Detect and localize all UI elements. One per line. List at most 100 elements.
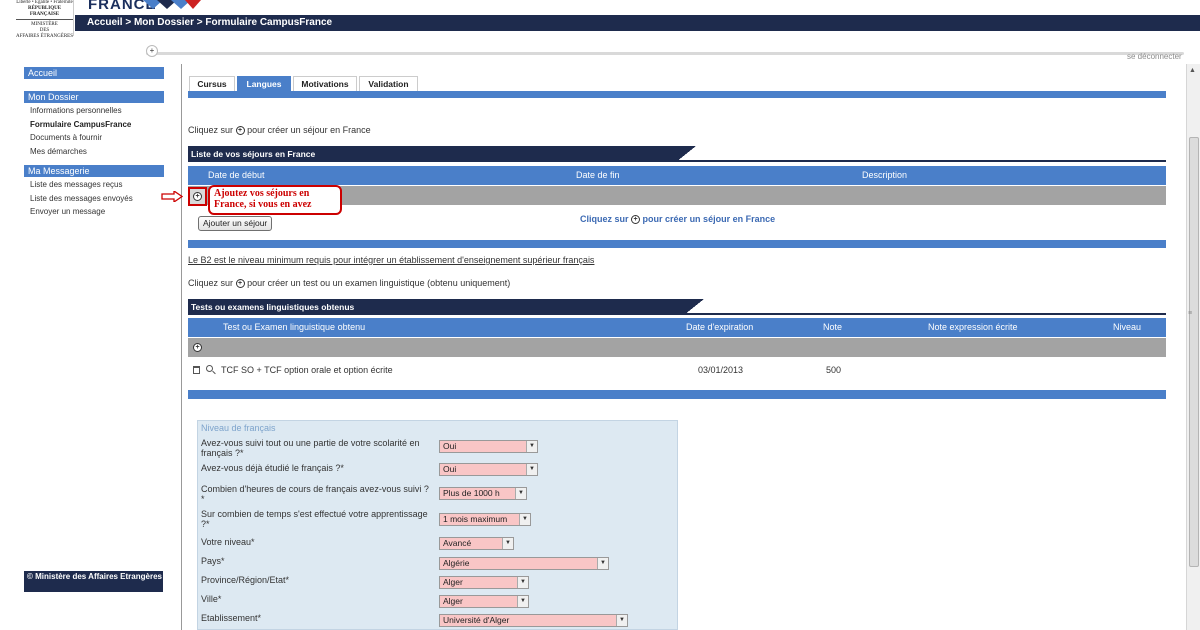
plus-circle-icon: +	[235, 279, 245, 289]
test-hint: Cliquez sur + pour créer un test ou un e…	[188, 278, 511, 289]
expand-plus-icon[interactable]: +	[146, 45, 158, 57]
label-etudie: Avez-vous déjà étudié le français ?*	[201, 463, 344, 473]
sidebar-item-informations[interactable]: Informations personnelles	[24, 104, 164, 118]
label-heures: Combien d'heures de cours de français av…	[201, 484, 429, 504]
logo-republique: RÉPUBLIQUE FRANÇAISE	[16, 6, 73, 20]
select-duree-value: 1 mois maximum	[443, 514, 508, 524]
annotation-arrow-icon	[161, 191, 183, 202]
test-hint-after: pour créer un test ou un examen linguist…	[247, 278, 511, 288]
sejours-table-header: Date de début Date de fin Description	[188, 166, 1166, 185]
sidebar: Accueil Mon Dossier Informations personn…	[24, 67, 164, 219]
add-sejour-button[interactable]: Ajouter un séjour	[198, 216, 273, 231]
tab-validation[interactable]: Validation	[359, 76, 418, 91]
select-duree[interactable]: 1 mois maximum ▼	[439, 513, 531, 526]
col-date-fin: Date de fin	[576, 170, 620, 180]
add-sejour-icon-button[interactable]: +	[188, 187, 207, 206]
select-ville-value: Alger	[443, 596, 463, 606]
niveau-francais-form: Niveau de français Avez-vous suivi tout …	[197, 420, 678, 630]
sidebar-section-messagerie[interactable]: Ma Messagerie	[24, 165, 164, 177]
chevron-down-icon: ▼	[526, 441, 537, 452]
label-duree: Sur combien de temps s'est effectué votr…	[201, 509, 428, 529]
breadcrumb: Accueil > Mon Dossier > Formulaire Campu…	[75, 15, 1200, 31]
add-test-plus-icon[interactable]: +	[193, 343, 202, 352]
sejours-footer-bar	[188, 240, 1166, 248]
create-sejour-link-after: pour créer un séjour en France	[642, 214, 776, 224]
select-region-value: Alger	[443, 577, 463, 587]
test-expiration: 03/01/2013	[698, 365, 744, 375]
sejour-hint: Cliquez sur + pour créer un séjour en Fr…	[188, 125, 371, 136]
chevron-down-icon: ▼	[515, 488, 526, 499]
tab-motivations[interactable]: Motivations	[293, 76, 357, 91]
label-region: Province/Région/Etat*	[201, 575, 290, 585]
col-date-debut: Date de début	[208, 170, 265, 180]
trash-icon[interactable]	[193, 366, 200, 374]
vertical-scrollbar[interactable]: ▲ ≡	[1186, 64, 1200, 630]
col-note: Note	[823, 322, 843, 332]
label-scolarite: Avez-vous suivi tout ou une partie de vo…	[201, 438, 420, 458]
create-sejour-link[interactable]: Cliquez sur + pour créer un séjour en Fr…	[580, 214, 776, 225]
scroll-up-arrow-icon[interactable]: ▲	[1189, 67, 1196, 74]
sidebar-item-envoyer-message[interactable]: Envoyer un message	[24, 205, 164, 219]
tests-section-header: Tests ou examens linguistiques obtenus	[188, 299, 1166, 315]
chevron-down-icon: ▼	[616, 615, 627, 626]
footer-copyright: © Ministère des Affaires Etrangères	[24, 571, 163, 592]
logo-affaires: AFFAIRES ÉTRANGÈRES	[16, 34, 73, 39]
create-sejour-link-before: Cliquez sur	[580, 214, 629, 224]
content-frame: Cursus Langues Motivations Validation Cl…	[161, 64, 1186, 630]
sidebar-item-messages-recus[interactable]: Liste des messages reçus	[24, 178, 164, 192]
select-pays[interactable]: Algérie ▼	[439, 557, 609, 570]
form-legend: Niveau de français	[201, 423, 276, 433]
scroll-grip-icon: ≡	[1188, 310, 1193, 317]
label-etablissement: Etablissement*	[201, 613, 262, 623]
tests-title-rule	[188, 313, 1166, 315]
sidebar-item-formulaire[interactable]: Formulaire CampusFrance	[24, 118, 164, 132]
table-row: TCF SO + TCF option orale et option écri…	[188, 360, 1166, 380]
select-pays-value: Algérie	[443, 558, 470, 568]
label-niveau: Votre niveau*	[201, 537, 255, 547]
tests-footer-bar	[188, 390, 1166, 399]
select-heures[interactable]: Plus de 1000 h ▼	[439, 487, 527, 500]
sidebar-accueil[interactable]: Accueil	[24, 67, 164, 79]
col-niveau: Niveau	[1113, 322, 1142, 332]
tab-cursus[interactable]: Cursus	[189, 76, 235, 91]
sejour-hint-before: Cliquez sur	[188, 125, 234, 135]
chevron-down-icon: ▼	[517, 596, 528, 607]
subbar-line	[146, 52, 1184, 55]
select-region[interactable]: Alger ▼	[439, 576, 529, 589]
tests-table-header: Test ou Examen linguistique obtenu Date …	[188, 318, 1166, 337]
select-niveau[interactable]: Avancé ▼	[439, 537, 514, 550]
sidebar-item-messages-envoyes[interactable]: Liste des messages envoyés	[24, 192, 164, 206]
col-test-nom: Test ou Examen linguistique obtenu	[223, 322, 366, 332]
select-niveau-value: Avancé	[443, 538, 472, 548]
test-note: 500	[826, 365, 842, 375]
logout-link[interactable]: se déconnecter	[1127, 52, 1182, 61]
tab-langues[interactable]: Langues	[237, 76, 291, 91]
sidebar-section-dossier[interactable]: Mon Dossier	[24, 91, 164, 103]
b2-requirement-link[interactable]: Le B2 est le niveau minimum requis pour …	[188, 255, 594, 265]
subbar: +	[146, 45, 1184, 57]
select-etablissement-value: Université d'Alger	[443, 615, 510, 625]
chevron-down-icon: ▼	[526, 464, 537, 475]
republique-francaise-logo: Liberté • Égalité • Fraternité RÉPUBLIQU…	[16, 0, 74, 39]
select-scolarite-value: Oui	[443, 441, 457, 451]
plus-circle-icon: +	[235, 126, 245, 136]
magnifier-icon[interactable]	[206, 365, 213, 372]
select-etablissement[interactable]: Université d'Alger ▼	[439, 614, 628, 627]
sidebar-item-demarches[interactable]: Mes démarches	[24, 145, 164, 159]
select-etudie-value: Oui	[443, 464, 457, 474]
select-scolarite[interactable]: Oui ▼	[439, 440, 538, 453]
plus-circle-icon: +	[631, 215, 641, 225]
col-note-ecrite: Note expression écrite	[928, 322, 1018, 332]
annotation-callout: Ajoutez vos séjours en France, si vous e…	[208, 185, 342, 215]
test-name: TCF SO + TCF option orale et option écri…	[221, 365, 393, 375]
select-etudie[interactable]: Oui ▼	[439, 463, 538, 476]
sidebar-item-documents[interactable]: Documents à fournir	[24, 131, 164, 145]
select-ville[interactable]: Alger ▼	[439, 595, 529, 608]
scrollbar-thumb[interactable]	[1189, 137, 1199, 567]
plus-circle-icon: +	[193, 192, 202, 201]
label-ville: Ville*	[201, 594, 222, 604]
tab-underline	[188, 91, 1166, 98]
test-hint-before: Cliquez sur	[188, 278, 234, 288]
brand-logo-icon	[143, 0, 201, 9]
chevron-down-icon: ▼	[597, 558, 608, 569]
